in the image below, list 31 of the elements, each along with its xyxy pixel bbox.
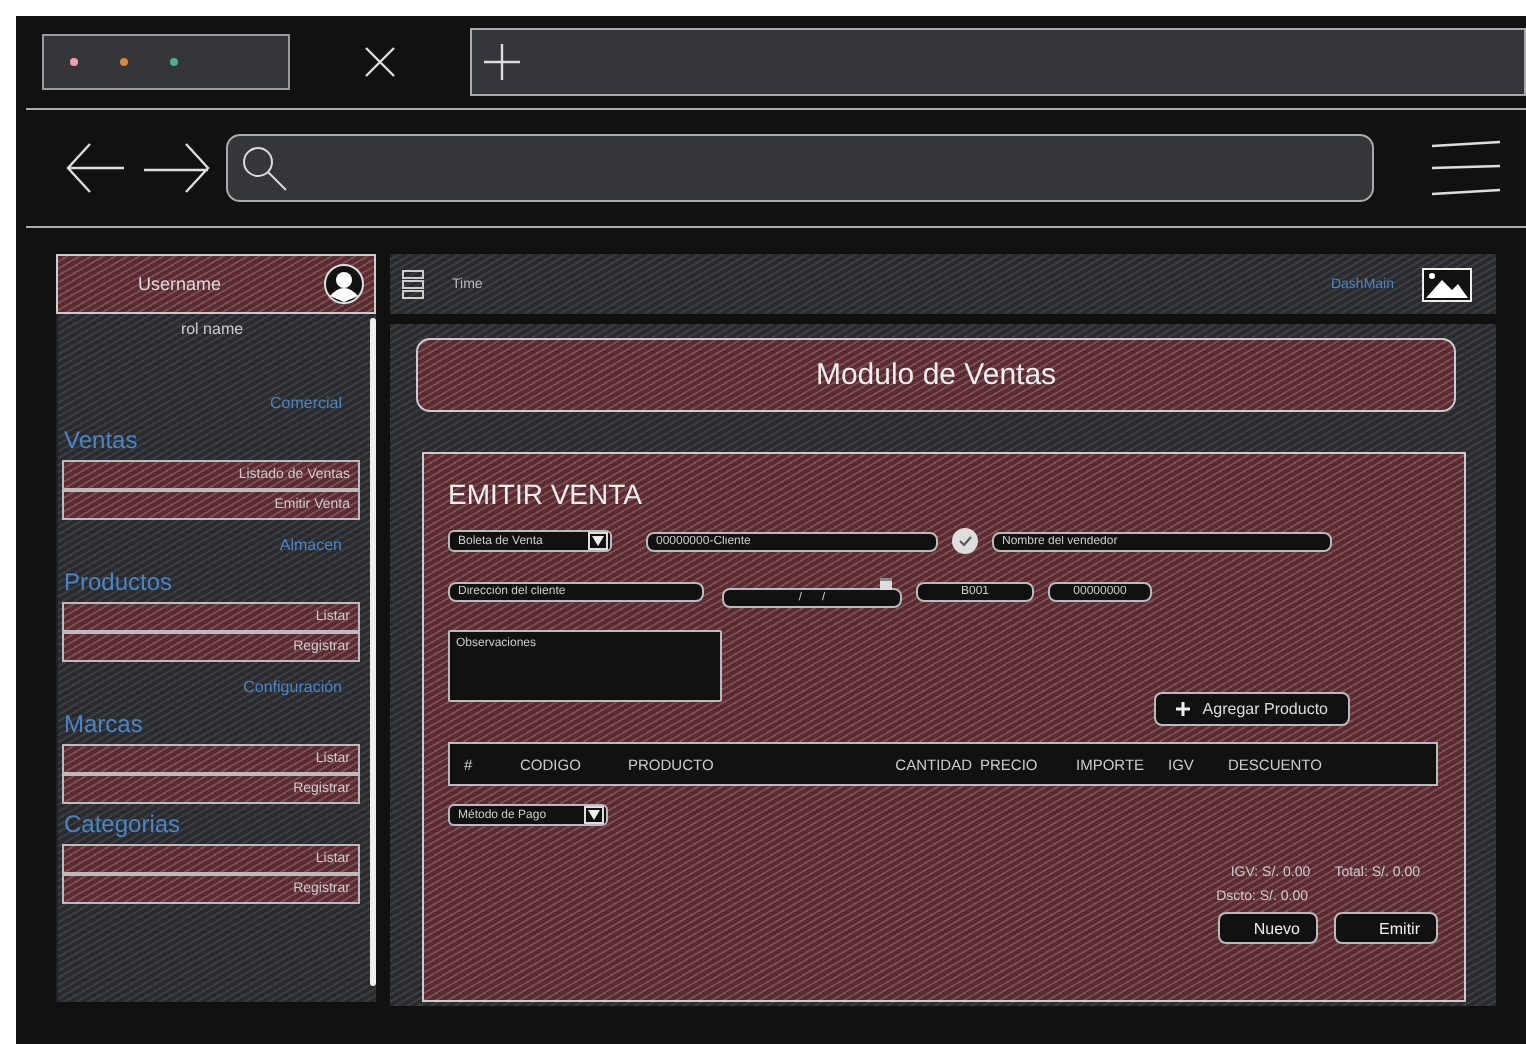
username: Username — [138, 274, 222, 294]
calendar-icon[interactable] — [880, 578, 892, 590]
section-group: Configuración — [243, 678, 342, 696]
section-group: Comercial — [269, 394, 342, 412]
add-product-button[interactable]: Agregar Producto — [1154, 692, 1350, 726]
tab[interactable] — [42, 34, 290, 90]
menu-icon[interactable] — [1430, 140, 1502, 196]
section-title: Ventas — [64, 426, 138, 454]
menu-icon[interactable] — [402, 269, 424, 299]
section-title: Categorias — [64, 810, 181, 838]
check-icon — [952, 528, 978, 554]
image-icon — [1422, 267, 1472, 301]
forward-arrow-icon[interactable] — [142, 142, 210, 194]
scrollbar[interactable] — [370, 318, 376, 986]
avatar-icon[interactable] — [324, 264, 364, 304]
module-title: Modulo de Ventas — [416, 338, 1456, 412]
role-name: rol name — [180, 320, 244, 338]
dropdown-arrow-icon — [588, 532, 608, 550]
plus-icon[interactable] — [484, 44, 520, 80]
plus-icon — [1176, 702, 1191, 716]
form-title: EMITIR VENTA — [448, 478, 644, 510]
new-button[interactable]: Nuevo — [1218, 912, 1318, 944]
dropdown-arrow-icon — [584, 806, 604, 824]
section-title: Marcas — [64, 710, 143, 738]
section-title: Productos — [64, 568, 173, 596]
address-bar[interactable] — [226, 134, 1374, 202]
close-icon[interactable] — [364, 46, 396, 78]
back-arrow-icon[interactable] — [66, 142, 126, 194]
section-group: Almacen — [279, 536, 342, 554]
search-icon — [240, 144, 288, 192]
emit-button[interactable]: Emitir — [1334, 912, 1438, 944]
